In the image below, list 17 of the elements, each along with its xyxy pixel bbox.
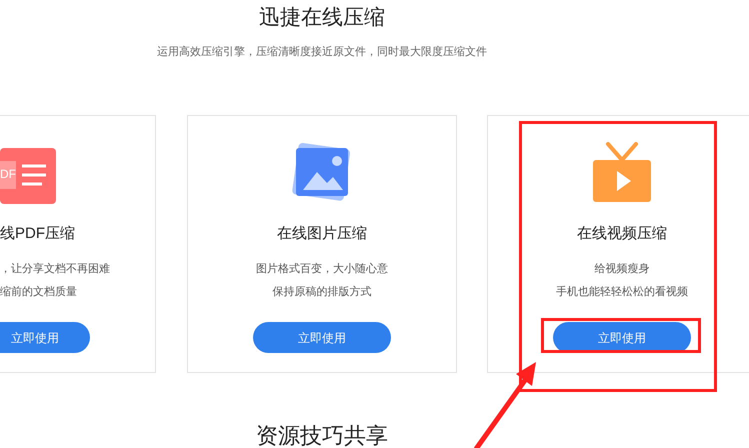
card-description: 缩前的文档质量 — [0, 285, 77, 300]
pdf-document-icon: DF — [0, 148, 56, 204]
card-description: 给视频瘦身 — [594, 262, 650, 277]
section-subtitle: 运用高效压缩引擎，压缩清晰度接近原文件，同时最大限度压缩文件 — [157, 45, 487, 59]
use-now-button[interactable]: 立即使用 — [0, 322, 90, 353]
card-description: 手机也能轻轻松松的看视频 — [556, 285, 688, 300]
card-title: 在线视频压缩 — [577, 224, 667, 244]
use-now-button[interactable]: 立即使用 — [553, 322, 691, 353]
card-title: 线PDF压缩 — [0, 224, 75, 244]
card-description: 保持原稿的排版方式 — [272, 285, 372, 300]
card-description: ，让分享文档不再困难 — [0, 262, 110, 277]
card-description: 图片格式百变，大小随心意 — [256, 262, 388, 277]
card-title: 在线图片压缩 — [277, 224, 367, 244]
section-heading: 资源技巧共享 — [256, 423, 388, 448]
section-title: 迅捷在线压缩 — [259, 5, 385, 31]
tv-play-icon — [592, 142, 652, 204]
use-now-button[interactable]: 立即使用 — [253, 322, 391, 353]
